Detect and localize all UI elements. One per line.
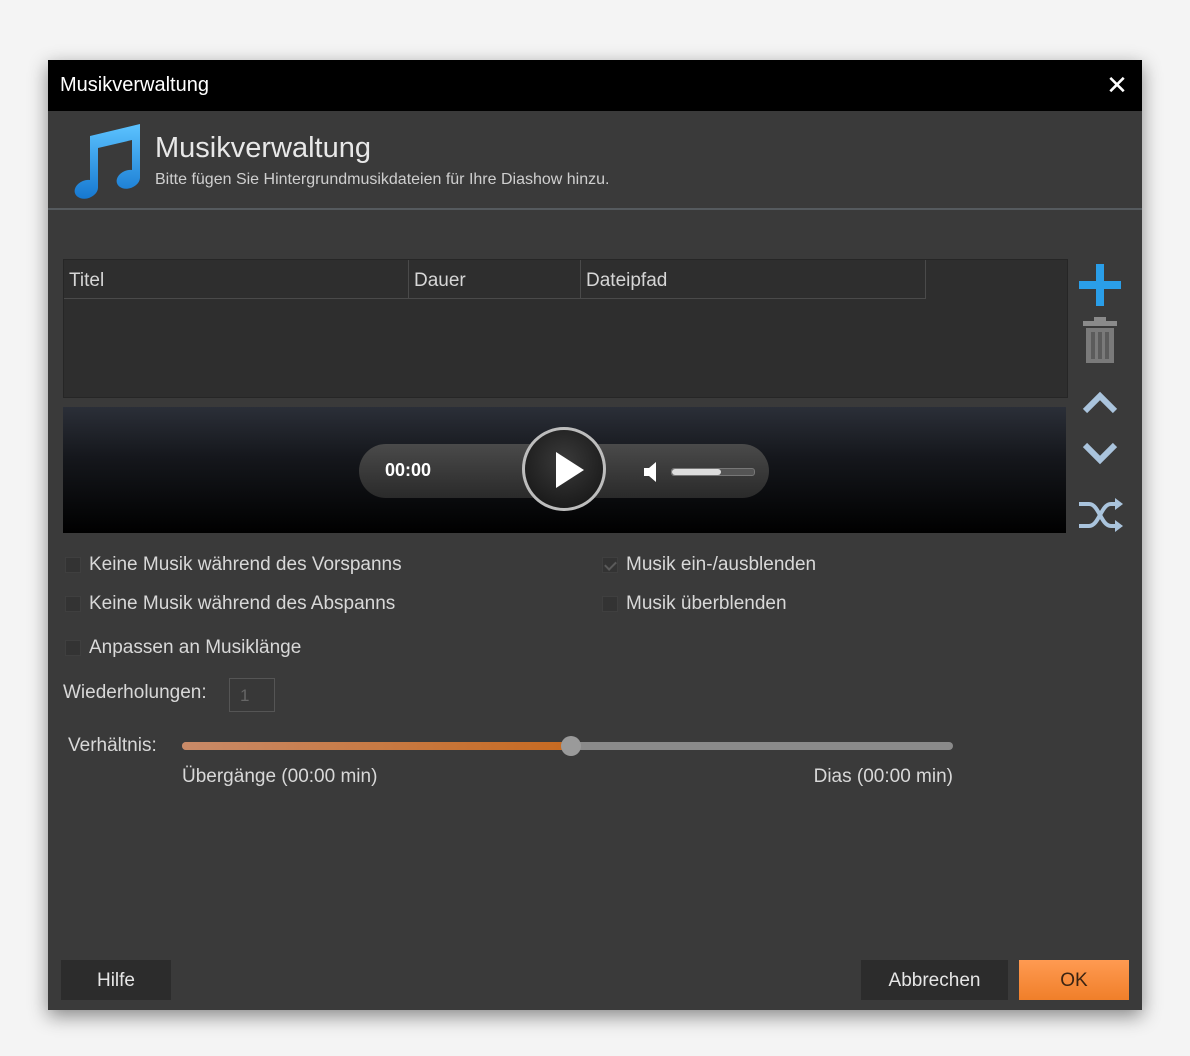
fade-music-checkbox[interactable] <box>602 557 618 573</box>
column-duration[interactable]: Dauer <box>409 260 581 298</box>
column-title[interactable]: Titel <box>64 260 409 298</box>
header-subtitle: Bitte fügen Sie Hintergrundmusikdateien … <box>155 171 610 188</box>
crossfade-music-checkbox[interactable] <box>602 596 618 612</box>
volume-slider[interactable] <box>671 468 755 476</box>
crossfade-music-label: Musik überblenden <box>626 593 787 614</box>
move-down-icon[interactable] <box>1075 428 1125 478</box>
ratio-slider-fill <box>182 742 572 750</box>
ratio-slider-thumb[interactable] <box>561 736 582 756</box>
move-up-icon[interactable] <box>1075 378 1125 428</box>
header-divider <box>48 208 1142 210</box>
volume-level <box>672 469 722 475</box>
header-title: Musikverwaltung <box>155 132 371 164</box>
no-music-outro-checkbox[interactable] <box>65 596 81 612</box>
audio-player: 00:00 <box>63 407 1066 533</box>
fade-music-label: Musik ein-/ausblenden <box>626 554 817 575</box>
ok-button[interactable]: OK <box>1019 960 1129 1000</box>
trash-icon[interactable] <box>1075 315 1125 365</box>
no-music-intro-label: Keine Musik während des Vorspanns <box>89 554 402 575</box>
play-button[interactable] <box>522 427 606 511</box>
ratio-label: Verhältnis: <box>68 735 157 756</box>
ratio-slider[interactable] <box>182 736 953 756</box>
window-title: Musikverwaltung <box>60 74 209 96</box>
no-music-outro-label: Keine Musik während des Abspanns <box>89 593 396 614</box>
music-note-icon <box>74 124 140 199</box>
play-icon <box>556 452 584 488</box>
music-manager-dialog: Musikverwaltung ✕ Musikverwaltung Bitte … <box>48 60 1142 1010</box>
cancel-button[interactable]: Abbrechen <box>861 960 1008 1000</box>
column-filepath[interactable]: Dateipfad <box>581 260 926 298</box>
playback-time: 00:00 <box>385 460 432 480</box>
fit-music-length-checkbox[interactable] <box>65 640 81 656</box>
music-table[interactable]: Titel Dauer Dateipfad <box>63 259 1068 398</box>
transitions-duration-label: Übergänge (00:00 min) <box>182 766 378 787</box>
repeats-input[interactable]: 1 <box>229 678 275 712</box>
help-button[interactable]: Hilfe <box>61 960 171 1000</box>
fit-music-length-label: Anpassen an Musiklänge <box>89 637 302 658</box>
add-icon[interactable] <box>1075 260 1125 310</box>
speaker-icon[interactable] <box>642 460 662 484</box>
title-bar: Musikverwaltung ✕ <box>48 60 1142 111</box>
no-music-intro-checkbox[interactable] <box>65 557 81 573</box>
close-icon[interactable]: ✕ <box>1102 70 1132 100</box>
shuffle-icon[interactable] <box>1075 490 1125 540</box>
repeats-label: Wiederholungen: <box>63 682 207 703</box>
table-header: Titel Dauer Dateipfad <box>64 260 926 299</box>
slides-duration-label: Dias (00:00 min) <box>813 766 953 787</box>
